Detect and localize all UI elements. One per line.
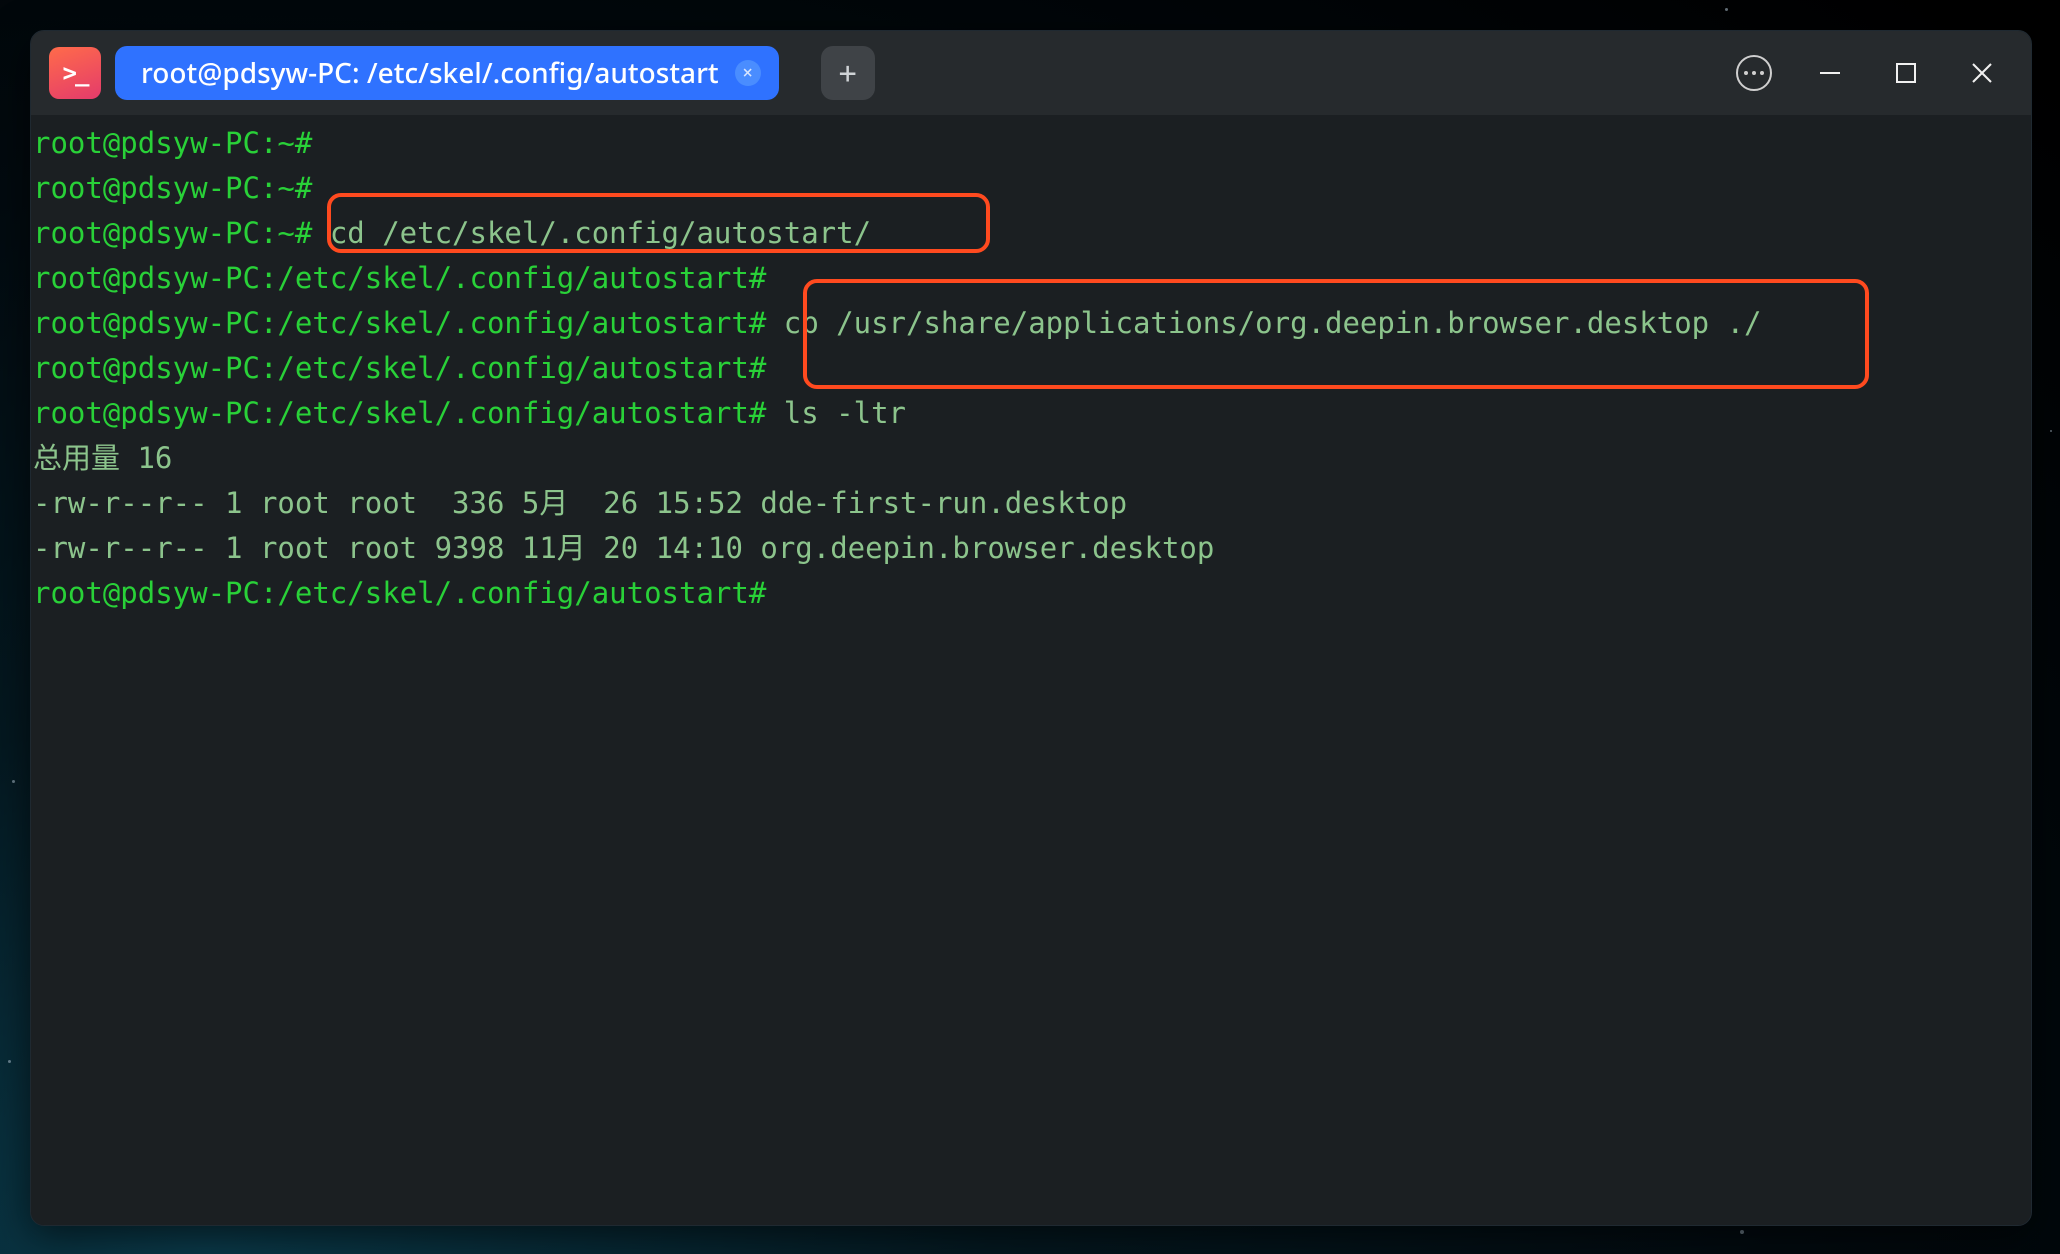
tab-active[interactable]: root@pdsyw-PC: /etc/skel/.config/autosta… — [115, 46, 779, 100]
minimize-icon — [1817, 60, 1843, 86]
terminal-body[interactable]: root@pdsyw-PC:~# root@pdsyw-PC:~# root@p… — [31, 115, 2031, 1225]
menu-dots-icon — [1736, 55, 1772, 91]
terminal-window: >_ root@pdsyw-PC: /etc/skel/.config/auto… — [30, 30, 2032, 1226]
minimize-button[interactable] — [1799, 42, 1861, 104]
close-button[interactable] — [1951, 42, 2013, 104]
terminal-line: root@pdsyw-PC:/etc/skel/.config/autostar… — [31, 346, 2031, 391]
plus-icon: + — [839, 56, 857, 91]
terminal-line: root@pdsyw-PC:/etc/skel/.config/autostar… — [31, 391, 2031, 436]
terminal-line: root@pdsyw-PC:~# — [31, 121, 2031, 166]
bg-star — [8, 1060, 11, 1063]
terminal-line: root@pdsyw-PC:~# — [31, 166, 2031, 211]
terminal-line: root@pdsyw-PC:/etc/skel/.config/autostar… — [31, 571, 2031, 616]
terminal-output: -rw-r--r-- 1 root root 336 5月 26 15:52 d… — [31, 481, 2031, 526]
titlebar[interactable]: >_ root@pdsyw-PC: /etc/skel/.config/auto… — [31, 31, 2031, 115]
terminal-output: -rw-r--r-- 1 root root 9398 11月 20 14:10… — [31, 526, 2031, 571]
terminal-line: root@pdsyw-PC:/etc/skel/.config/autostar… — [31, 256, 2031, 301]
menu-button[interactable] — [1723, 42, 1785, 104]
bg-star — [12, 780, 15, 783]
tab-close-button[interactable]: × — [735, 60, 761, 86]
terminal-line: root@pdsyw-PC:~# cd /etc/skel/.config/au… — [31, 211, 2031, 256]
bg-star — [1725, 8, 1728, 11]
app-icon: >_ — [49, 47, 101, 99]
bg-star — [2050, 430, 2052, 432]
close-icon — [1969, 60, 1995, 86]
bg-star — [1740, 1230, 1744, 1234]
maximize-button[interactable] — [1875, 42, 1937, 104]
terminal-line: root@pdsyw-PC:/etc/skel/.config/autostar… — [31, 301, 2031, 346]
maximize-icon — [1894, 61, 1918, 85]
new-tab-button[interactable]: + — [821, 46, 875, 100]
terminal-output: 总用量 16 — [31, 436, 2031, 481]
tab-title: root@pdsyw-PC: /etc/skel/.config/autosta… — [141, 54, 719, 92]
